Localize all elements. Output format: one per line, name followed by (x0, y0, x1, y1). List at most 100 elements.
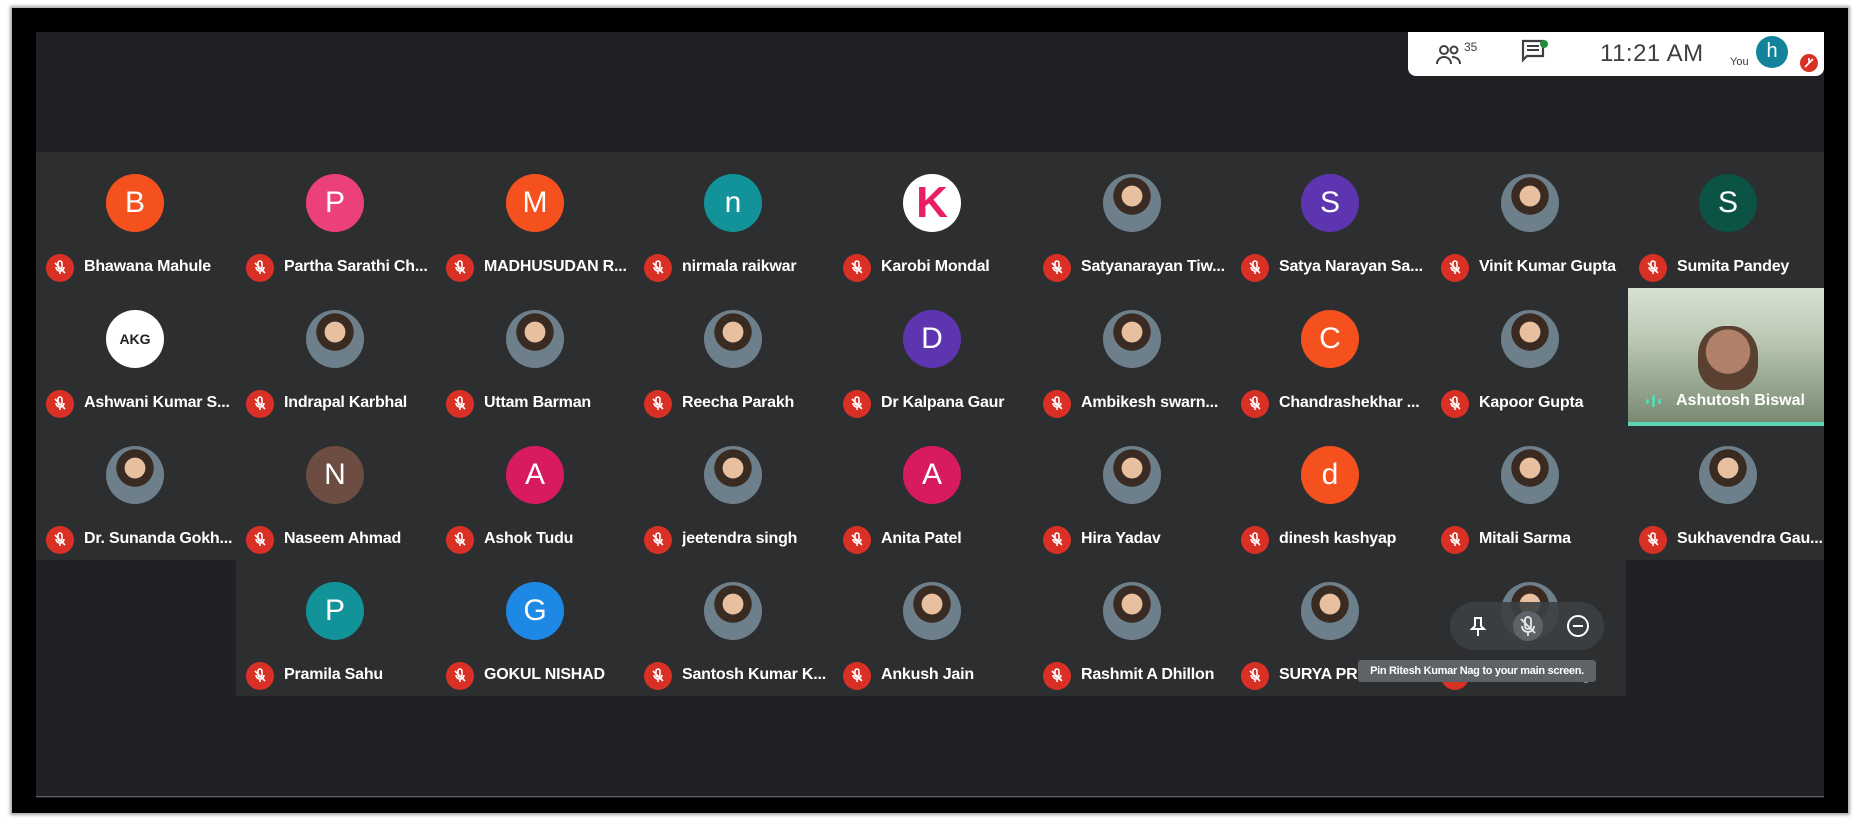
participant-tile[interactable]: A Anita Patel (833, 424, 1031, 558)
participant-tile[interactable]: Ankush Jain (833, 560, 1031, 694)
active-speaker-tile[interactable]: Ashutosh Biswal (1628, 288, 1824, 426)
participant-tile[interactable]: A Ashok Tudu (436, 424, 634, 558)
participant-name: Ambikesh swarn... (1081, 394, 1219, 411)
participant-avatar: B (106, 174, 164, 232)
remove-icon (1567, 615, 1589, 637)
muted-mic-icon (1441, 390, 1469, 418)
muted-mic-icon (1043, 254, 1071, 282)
participant-tile[interactable]: Hira Yadav (1033, 424, 1231, 558)
participant-tile[interactable]: P Partha Sarathi Ch... (236, 152, 434, 286)
participant-name: Ankush Jain (881, 666, 974, 683)
participant-avatar (1501, 174, 1559, 232)
participant-name: Naseem Ahmad (284, 530, 402, 547)
participant-tile[interactable]: Reecha Parakh (634, 288, 832, 422)
participant-avatar: N (306, 446, 364, 504)
muted-mic-icon (246, 662, 274, 690)
participant-tile[interactable]: S Sumita Pandey (1629, 152, 1827, 286)
bottom-divider (36, 796, 1824, 797)
participant-tile[interactable]: jeetendra singh (634, 424, 832, 558)
participant-name: Rashmit A Dhillon (1081, 666, 1215, 683)
muted-mic-icon (644, 526, 672, 554)
muted-mic-icon (1241, 662, 1269, 690)
participant-tile[interactable]: Indrapal Karbhal (236, 288, 434, 422)
participant-avatar (704, 446, 762, 504)
participant-name: Partha Sarathi Ch... (284, 258, 428, 275)
pin-button[interactable] (1462, 610, 1494, 642)
participant-name: Anita Patel (881, 530, 962, 547)
participant-avatar: S (1301, 174, 1359, 232)
participant-name: GOKUL NISHAD (484, 666, 605, 683)
participant-name: Hira Yadav (1081, 530, 1161, 547)
participant-avatar: n (704, 174, 762, 232)
participant-avatar (704, 310, 762, 368)
participant-tile[interactable]: Ambikesh swarn... (1033, 288, 1231, 422)
participant-avatar (1103, 582, 1161, 640)
participant-count: 35 (1464, 40, 1478, 54)
participant-avatar: A (506, 446, 564, 504)
muted-mic-icon (1241, 254, 1269, 282)
participant-avatar (1501, 446, 1559, 504)
participant-avatar: P (306, 174, 364, 232)
participant-name: Chandrashekhar ... (1279, 394, 1420, 411)
muted-mic-icon (1241, 390, 1269, 418)
speaking-indicator-icon (1646, 395, 1661, 407)
chat-unread-dot (1540, 40, 1548, 48)
participant-tile[interactable]: B Bhawana Mahule (36, 152, 234, 286)
meeting-top-bar: 35 11:21 AM You h (1408, 32, 1824, 76)
muted-mic-icon (843, 662, 871, 690)
participant-tile[interactable]: N Naseem Ahmad (236, 424, 434, 558)
participant-tile[interactable]: Rashmit A Dhillon (1033, 560, 1231, 694)
muted-mic-icon (1043, 390, 1071, 418)
participant-name: Dr. Sunanda Gokh... (84, 530, 232, 547)
muted-mic-icon (843, 526, 871, 554)
participant-name: Mitali Sarma (1479, 530, 1571, 547)
participant-avatar: P (306, 582, 364, 640)
participant-tile[interactable]: Uttam Barman (436, 288, 634, 422)
participant-tile[interactable]: Sukhavendra Gau... (1629, 424, 1827, 558)
participant-name: Sumita Pandey (1677, 258, 1790, 275)
participant-tile[interactable]: K Karobi Mondal (833, 152, 1031, 286)
participant-tile[interactable]: S Satya Narayan Sa... (1231, 152, 1429, 286)
participant-tile[interactable]: G GOKUL NISHAD (436, 560, 634, 694)
people-button[interactable]: 35 (1436, 40, 1480, 70)
participant-tile[interactable]: Santosh Kumar K... (634, 560, 832, 694)
participant-tile[interactable]: Kapoor Gupta (1431, 288, 1629, 422)
participant-tile[interactable]: Vinit Kumar Gupta (1431, 152, 1629, 286)
participant-avatar: A (903, 446, 961, 504)
chat-button[interactable] (1520, 38, 1552, 68)
remove-participant-button[interactable] (1562, 610, 1594, 642)
mic-off-icon (1513, 611, 1543, 641)
participant-name: Pramila Sahu (284, 666, 383, 683)
participant-tile[interactable]: Dr. Sunanda Gokh... (36, 424, 234, 558)
participant-tile[interactable]: M MADHUSUDAN R... (436, 152, 634, 286)
participant-avatar: D (903, 310, 961, 368)
muted-mic-icon (1441, 254, 1469, 282)
participant-tile[interactable]: C Chandrashekhar ... (1231, 288, 1429, 422)
participant-tile[interactable]: P Pramila Sahu (236, 560, 434, 694)
muted-mic-icon (446, 390, 474, 418)
muted-mic-icon (446, 662, 474, 690)
participant-tile[interactable]: n nirmala raikwar (634, 152, 832, 286)
participant-tile[interactable]: d dinesh kashyap (1231, 424, 1429, 558)
participant-avatar (1103, 446, 1161, 504)
participant-name: Karobi Mondal (881, 258, 990, 275)
self-avatar[interactable]: h (1756, 36, 1788, 68)
participant-avatar (704, 582, 762, 640)
participant-name: Santosh Kumar K... (682, 666, 826, 683)
participant-name: Dr Kalpana Gaur (881, 394, 1005, 411)
participant-tile[interactable]: Satyanarayan Tiw... (1033, 152, 1231, 286)
participant-avatar: S (1699, 174, 1757, 232)
participant-tile[interactable]: AKG Ashwani Kumar S... (36, 288, 234, 422)
participant-tile[interactable]: Mitali Sarma (1431, 424, 1629, 558)
participant-name: Kapoor Gupta (1479, 394, 1584, 411)
muted-mic-icon (843, 254, 871, 282)
muted-mic-icon (843, 390, 871, 418)
muted-mic-icon (1043, 662, 1071, 690)
participant-avatar (1301, 582, 1359, 640)
participant-avatar: C (1301, 310, 1359, 368)
muted-mic-icon (246, 526, 274, 554)
muted-mic-icon (644, 254, 672, 282)
participant-tile[interactable]: D Dr Kalpana Gaur (833, 288, 1031, 422)
muted-mic-icon (246, 254, 274, 282)
mute-participant-button[interactable] (1512, 610, 1544, 642)
